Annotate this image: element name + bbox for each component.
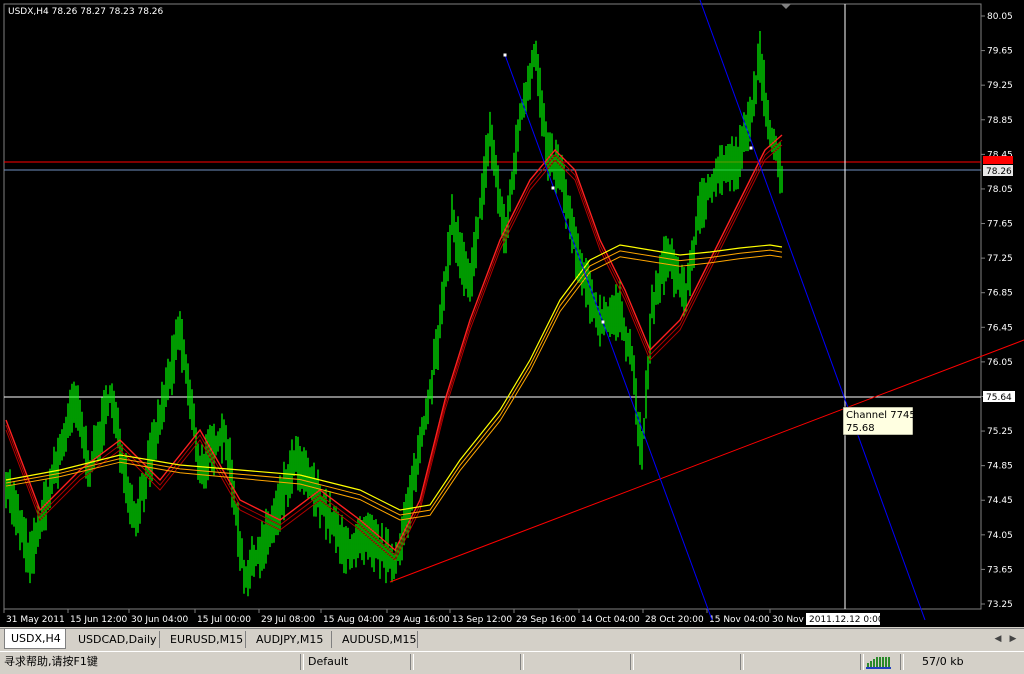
price-tick-label: 80.05 (987, 12, 1013, 22)
moving-averages (5, 134, 783, 561)
status-separator (410, 654, 414, 670)
status-traffic: 57/0 kb (922, 655, 964, 668)
price-tick-label: 76.45 (987, 323, 1013, 333)
price-tick-label: 76.85 (987, 289, 1013, 299)
price-tick-label: 74.45 (987, 496, 1013, 506)
price-tick-label: 75.25 (987, 427, 1013, 437)
tooltip-object-name: Channel 7745 (846, 410, 916, 421)
tab-label: AUDJPY,M15 (256, 633, 324, 646)
bid-price-label: 78.26 (986, 167, 1012, 177)
price-tick-label: 73.65 (987, 565, 1013, 575)
price-levels (4, 4, 981, 609)
tab-usdcad-daily[interactable]: USDCAD,Daily (72, 631, 160, 648)
price-axis: 80.0579.6579.2578.8578.4578.0577.6577.25… (981, 12, 1013, 610)
time-tick-label: 28 Oct 20:00 (645, 615, 704, 625)
time-tick-label: 29 Aug 16:00 (389, 615, 450, 625)
price-tick-label: 74.05 (987, 531, 1013, 541)
price-tick-label: 73.25 (987, 600, 1013, 610)
price-tick-label: 79.65 (987, 47, 1013, 57)
price-tick-label: 77.25 (987, 254, 1013, 264)
tab-label: AUDUSD,M15 (342, 633, 417, 646)
plot-frame (3, 3, 982, 610)
ma-fast-red (5, 134, 783, 552)
tab-scroll-right-icon[interactable]: ▶ (1007, 632, 1019, 646)
status-separator (900, 654, 904, 670)
ma-slow-orange-2 (5, 254, 783, 521)
tooltip-object-value: 75.68 (846, 423, 875, 434)
drawn-objects[interactable] (389, 0, 1024, 621)
channel-anchor-point (749, 146, 753, 150)
status-profile: Default (308, 655, 349, 668)
channel-anchor-point (601, 320, 605, 324)
red-level-marker (983, 156, 1013, 164)
price-tick-label: 77.65 (987, 220, 1013, 230)
channel-anchor-point (503, 53, 507, 57)
time-tick-label: 15 Jun 12:00 (70, 615, 127, 625)
time-tick-label: 14 Oct 04:00 (581, 615, 640, 625)
tab-scroll-left-icon[interactable]: ◀ (992, 632, 1004, 646)
price-tick-label: 76.05 (987, 358, 1013, 368)
price-tick-label: 74.85 (987, 462, 1013, 472)
tab-eurusd-m15[interactable]: EURUSD,M15 (164, 631, 246, 648)
time-tick-label: 30 Jun 04:00 (131, 615, 188, 625)
channel-line-left (504, 54, 713, 621)
chart-canvas[interactable]: 80.0579.6579.2578.8578.4578.0577.6577.25… (0, 0, 1024, 627)
tab-audusd-m15[interactable]: AUDUSD,M15 (336, 631, 418, 648)
status-separator (740, 654, 744, 670)
time-tick-label: 15 Aug 04:00 (323, 615, 384, 625)
status-separator (630, 654, 634, 670)
price-tick-label: 78.85 (987, 116, 1013, 126)
status-separator (860, 654, 864, 670)
chart-header: USDX,H4 78.26 78.27 78.23 78.26 (8, 7, 164, 17)
status-bar: 寻求帮助,请按F1键 Default 57/0 kb (0, 651, 1024, 672)
time-tick-label: 29 Jul 08:00 (261, 615, 315, 625)
time-tick-label: 15 Jul 00:00 (197, 615, 251, 625)
crosshair-price-label: 75.64 (986, 393, 1012, 403)
tab-usdx-h4[interactable]: USDX,H4 (4, 629, 66, 649)
status-separator (520, 654, 524, 670)
time-tick-label: 30 Nov (772, 615, 805, 625)
chart-tab-bar: USDX,H4 USDCAD,Daily EURUSD,M15 AUDJPY,M… (0, 628, 1024, 651)
tab-label: EURUSD,M15 (170, 633, 244, 646)
price-tick-label: 79.25 (987, 81, 1013, 91)
price-tick-label: 78.05 (987, 185, 1013, 195)
tab-label: USDX,H4 (11, 632, 61, 645)
time-axis: 31 May 2011 15 Jun 12:00 30 Jun 04:00 15 Ju… (3, 609, 805, 625)
time-tick-label: 31 May 2011 (6, 615, 65, 625)
red-trendline (389, 339, 1024, 583)
chart-window[interactable]: 80.05 79.65 79.25 78.85 78.45 78.05 77.65 77.25… (0, 0, 1024, 627)
ma-red-3 (5, 144, 783, 561)
time-tick-label: 13 Sep 12:00 (452, 615, 512, 625)
scroll-marker-icon (781, 4, 791, 9)
tab-label: USDCAD,Daily (78, 633, 157, 646)
channel-anchor-point (551, 186, 555, 190)
status-help-text: 寻求帮助,请按F1键 (4, 655, 98, 668)
status-separator (300, 654, 304, 670)
ma-slow-orange (5, 249, 783, 516)
connection-bars-icon[interactable] (866, 655, 892, 671)
tab-audjpy-m15[interactable]: AUDJPY,M15 (250, 631, 332, 648)
crosshair-time-label: 2011.12.12 0:00 (809, 615, 884, 625)
time-tick-label: 29 Sep 16:00 (516, 615, 576, 625)
channel-line-right (699, 0, 926, 621)
time-tick-label: 15 Nov 04:00 (709, 615, 770, 625)
